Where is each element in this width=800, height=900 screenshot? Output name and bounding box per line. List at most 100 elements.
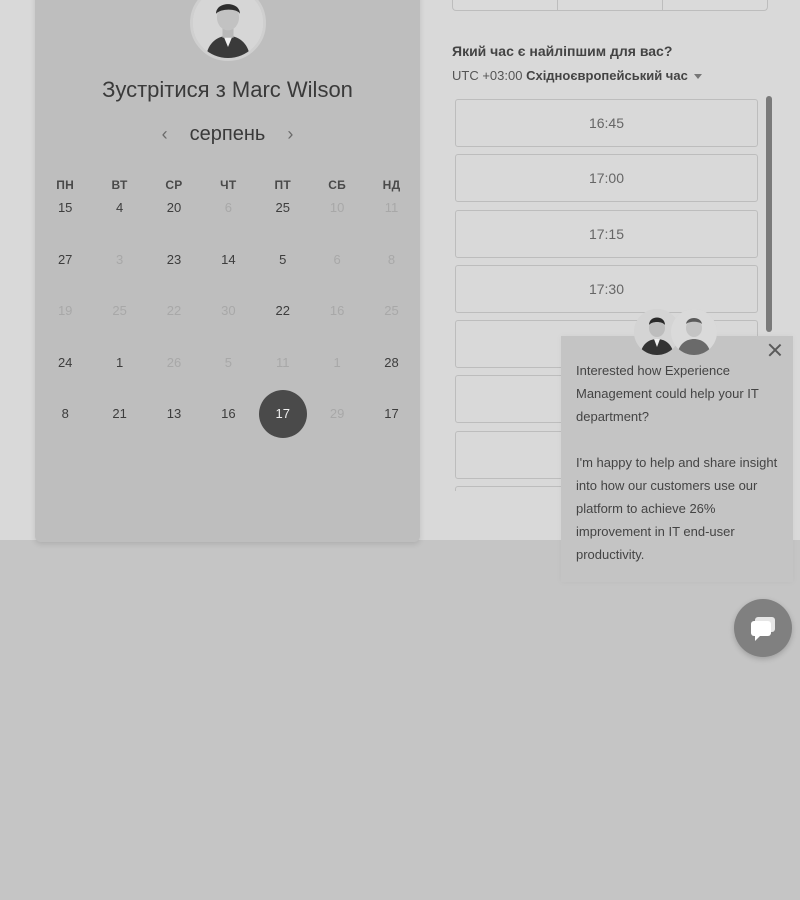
calendar-day: 26 <box>147 355 201 370</box>
calendar-day-number: 28 <box>384 354 399 370</box>
calendar-day: 6 <box>201 200 255 215</box>
calendar-day[interactable]: 15 <box>38 200 92 215</box>
calendar-day-number: 14 <box>221 251 236 267</box>
calendar-day-number: 6 <box>333 251 341 267</box>
agent-avatar <box>671 309 717 355</box>
calendar-day: 25 <box>364 303 418 318</box>
calendar-day-number: 11 <box>276 354 290 370</box>
calendar-day-number: 8 <box>387 251 396 267</box>
calendar-day: 11 <box>364 200 418 215</box>
timezone-offset: UTC +03:00 <box>452 68 527 83</box>
calendar-day-number: 22 <box>275 303 290 319</box>
chat-message-line: Interested how Experience Management cou… <box>576 363 759 424</box>
calendar-day-number: 26 <box>166 354 182 370</box>
calendar-day-number: 1 <box>115 354 124 370</box>
calendar-day-number: 23 <box>166 251 182 267</box>
calendar-day-number: 6 <box>224 200 232 216</box>
calendar-day-number: 16 <box>329 303 345 319</box>
caret-down-icon <box>693 74 702 80</box>
calendar-day: 22 <box>147 303 201 318</box>
month-navigation: ‹ серпень › <box>35 121 420 147</box>
calendar-day: 30 <box>201 303 255 318</box>
calendar-day-number: 5 <box>224 354 232 370</box>
calendar-day-number: 30 <box>221 303 236 319</box>
calendar-day-number: 3 <box>115 251 124 267</box>
calendar-day[interactable]: 16 <box>201 406 255 421</box>
meeting-title-prefix: Зустрітися з <box>102 77 232 102</box>
calendar-day: 25 <box>92 303 146 318</box>
calendar-day-number: 20 <box>166 200 182 216</box>
calendar-day[interactable]: 14 <box>201 252 255 267</box>
calendar-day: 16 <box>310 303 364 318</box>
tab[interactable] <box>558 0 663 10</box>
calendar-day-number: 29 <box>329 406 345 422</box>
calendar-day: 6 <box>310 252 364 267</box>
calendar-day: 3 <box>92 252 146 267</box>
calendar-day: 5 <box>201 355 255 370</box>
calendar-week: 27 3 23 14 5 6 8 <box>38 234 419 286</box>
calendar-day[interactable]: 20 <box>147 200 201 215</box>
time-slot-button[interactable]: 16:45 <box>455 99 758 147</box>
calendar-day-number: 19 <box>57 303 73 319</box>
calendar-week: 15 4 20 6 25 10 11 <box>38 182 419 234</box>
calendar-day-number: 22 <box>166 303 182 319</box>
chat-launcher-button[interactable] <box>734 599 792 657</box>
time-slot-button[interactable]: 17:15 <box>455 209 758 258</box>
agent-avatars <box>634 309 720 357</box>
calendar-day[interactable]: 13 <box>147 406 201 421</box>
calendar-day: 29 <box>310 406 364 421</box>
calendar-day-number: 5 <box>279 251 287 267</box>
close-icon[interactable] <box>766 341 784 359</box>
calendar-day[interactable]: 4 <box>92 200 146 215</box>
calendar-day-number: 1 <box>333 354 341 370</box>
calendar-day-number: 25 <box>384 303 399 319</box>
meeting-title: Зустрітися з Marc Wilson <box>35 77 420 103</box>
slot-scrollbar[interactable] <box>766 96 772 332</box>
calendar-day[interactable]: 24 <box>38 355 92 370</box>
calendar-day[interactable]: 5 <box>256 252 310 267</box>
calendar-day-number: 25 <box>275 200 290 216</box>
calendar-day[interactable]: 23 <box>147 252 201 267</box>
time-slot-button[interactable]: 17:00 <box>455 154 758 203</box>
tab[interactable] <box>453 0 558 10</box>
calendar-day-number: 15 <box>57 200 73 216</box>
calendar-grid: 15 4 20 6 25 10 11 27 3 23 14 5 6 8 19 25 22 30 22 16 25 24 1 2… <box>38 182 419 440</box>
chevron-right-icon[interactable]: › <box>283 124 297 145</box>
time-slot-button[interactable]: 17:30 <box>455 264 758 313</box>
calendar-day-number: 13 <box>166 406 182 422</box>
calendar-day: 11 <box>256 355 310 370</box>
calendar-day-number: 10 <box>329 200 345 216</box>
calendar-day: 10 <box>310 200 364 215</box>
calendar-day: 19 <box>38 303 92 318</box>
calendar-day-number: 17 <box>384 406 399 422</box>
calendar-week: 19 25 22 30 22 16 25 <box>38 285 419 337</box>
time-question: Який час є найліпшим для вас? <box>452 43 673 59</box>
calendar-week: 24 1 26 5 11 1 28 <box>38 337 419 389</box>
host-name: Marc Wilson <box>231 77 353 102</box>
calendar-day[interactable]: 17 <box>364 406 418 421</box>
calendar-day-number: 25 <box>112 303 127 319</box>
calendar-day[interactable]: 1 <box>92 355 146 370</box>
calendar-day-selected[interactable]: 17 <box>256 389 310 438</box>
chat-message-line: I'm happy to help and share insight into… <box>576 455 778 562</box>
chevron-left-icon[interactable]: ‹ <box>158 124 172 145</box>
calendar-day-number: 11 <box>384 200 399 216</box>
calendar-day[interactable]: 28 <box>364 355 418 370</box>
calendar-day[interactable]: 8 <box>38 406 92 421</box>
calendar-day[interactable]: 22 <box>256 303 310 318</box>
tab[interactable] <box>663 0 767 10</box>
view-tabs <box>452 0 768 11</box>
calendar-day[interactable]: 25 <box>256 200 310 215</box>
calendar-day-number: 16 <box>221 406 236 422</box>
calendar-day-number: 21 <box>112 406 127 422</box>
timezone-selector[interactable]: UTC +03:00 Східноєвропейський час <box>452 68 702 83</box>
timezone-name: Східноєвропейський час <box>526 68 688 83</box>
calendar-week: 8 21 13 16 17 29 17 <box>38 388 419 440</box>
calendar-day[interactable]: 27 <box>38 252 92 267</box>
calendar-day-number: 17 <box>275 406 290 422</box>
month-label: серпень <box>189 122 266 145</box>
calendar-day: 1 <box>310 355 364 370</box>
calendar-day: 8 <box>364 252 418 267</box>
calendar-day-number: 27 <box>57 251 73 267</box>
calendar-day[interactable]: 21 <box>92 406 146 421</box>
